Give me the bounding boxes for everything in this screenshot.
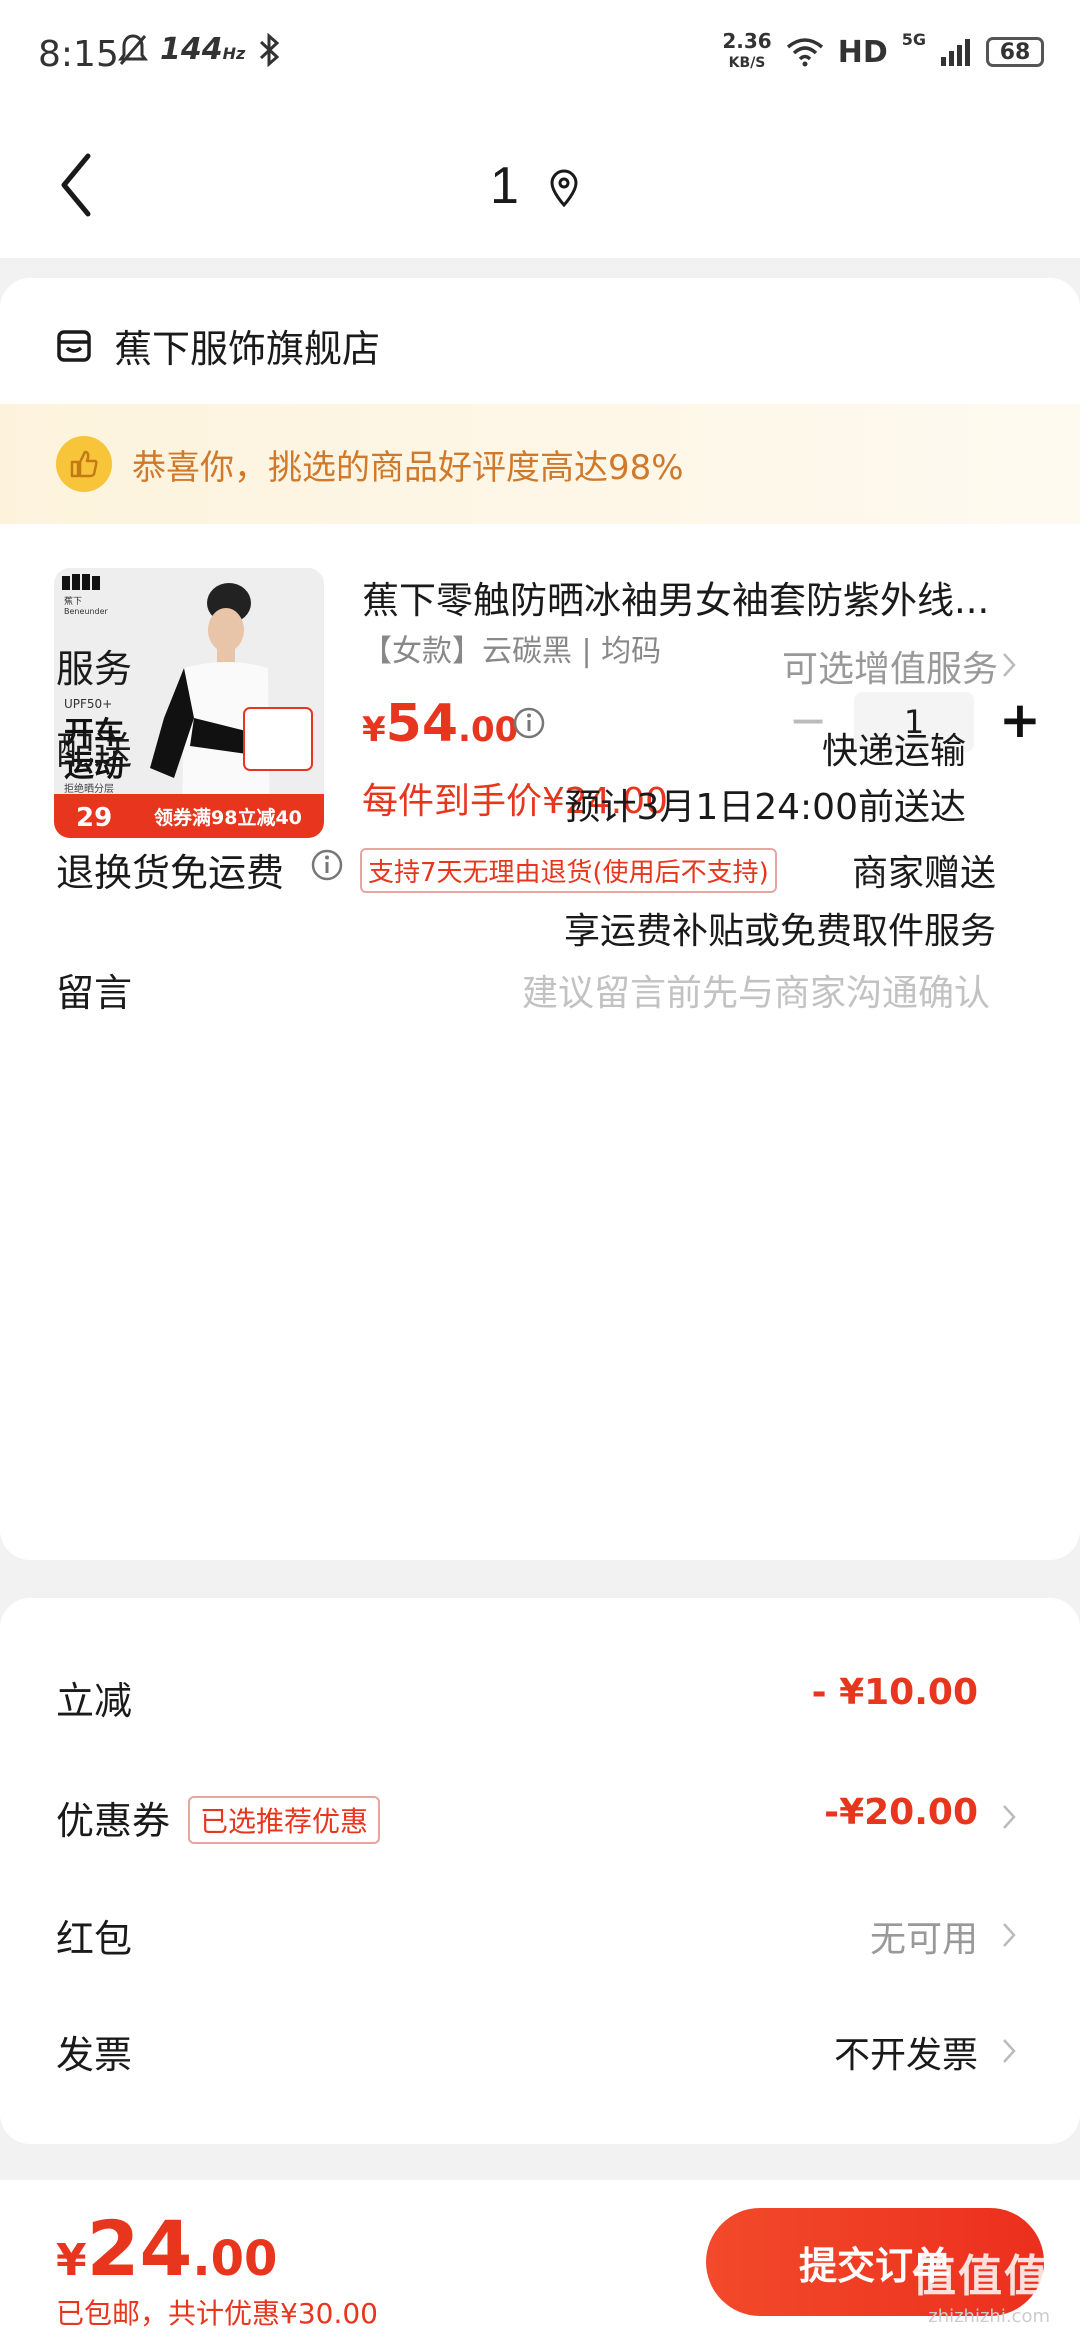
address-title[interactable]: 1 xyxy=(490,156,519,216)
service-value: 可选增值服务 xyxy=(781,649,998,690)
checkout-bar: ¥24.00 已包邮，共计优惠¥30.00 提交订单 值值值 zhizhizhi… xyxy=(0,2180,1080,2340)
service-label: 服务 xyxy=(56,647,133,691)
nav-bar: 1 xyxy=(0,110,1080,258)
return-policy-badge: 支持7天无理由退货(使用后不支持) xyxy=(360,848,777,893)
watermark-url: zhizhizhi.com xyxy=(928,2306,1050,2327)
refresh-rate: 144Hz xyxy=(160,32,246,67)
increase-quantity-button[interactable]: + xyxy=(998,692,1042,752)
message-label: 留言 xyxy=(56,971,133,1015)
price-info-icon[interactable] xyxy=(512,706,546,740)
delivery-method: 快递运输 xyxy=(821,731,966,772)
product-image[interactable]: 蕉下 Beneunder UPF50+ 开车 运动 拒绝晒分层 29 领券满98… xyxy=(54,568,324,838)
location-pin-icon[interactable] xyxy=(548,168,580,208)
product-photo: 蕉下 Beneunder UPF50+ 开车 运动 拒绝晒分层 29 领券满98… xyxy=(54,568,324,838)
total-savings-note: 已包邮，共计优惠¥30.00 xyxy=(56,2297,378,2330)
service-chevron-icon xyxy=(1003,653,1016,677)
red-packet-chevron-icon xyxy=(1003,1923,1016,1947)
watermark-logo: 值值值 xyxy=(912,2251,1050,2302)
return-shipping-sub: 享运费补贴或免费取件服务 xyxy=(563,911,996,952)
shop-header[interactable]: 蕉下服饰旗舰店 xyxy=(56,318,380,373)
return-shipping-label: 退换货免运费 xyxy=(56,851,285,895)
image-sub: 拒绝晒分层 xyxy=(64,782,114,795)
invoice-chevron-icon xyxy=(1003,2039,1016,2063)
instant-discount-value: - ¥10.00 xyxy=(811,1672,978,1713)
delivery-eta: 预计3月1日24:00前送达 xyxy=(564,787,966,828)
return-shipping-info-icon[interactable] xyxy=(310,848,344,882)
product-spec[interactable]: 【女款】云碳黑 | 均码 xyxy=(362,626,661,670)
discount-card: 立减 - ¥10.00 优惠券 已选推荐优惠 -¥20.00 红包 无可用 发票… xyxy=(0,1598,1080,2144)
shop-name: 蕉下服饰旗舰店 xyxy=(114,327,381,371)
status-bar: 8:15 144Hz 2.36 KB/S HD 5G 68 xyxy=(0,0,1080,110)
status-time: 8:15 xyxy=(38,34,119,75)
signal-icon xyxy=(941,39,970,66)
instant-discount-label: 立减 xyxy=(56,1679,133,1723)
image-upf: UPF50+ xyxy=(64,697,112,711)
coupon-applied-badge: 已选推荐优惠 xyxy=(188,1796,381,1844)
order-card: 蕉下服饰旗舰店 恭喜你，挑选的商品好评度高达98% 蕉下 Beneunder U… xyxy=(0,278,1080,1560)
net-speed: 2.36 KB/S xyxy=(722,29,772,71)
status-left-icons: 144Hz xyxy=(118,32,283,67)
invoice-label: 发票 xyxy=(56,2033,133,2077)
message-input[interactable]: 建议留言前先与商家沟通确认 xyxy=(522,964,990,1016)
thumbs-up-icon xyxy=(56,436,112,492)
image-promo-price: 29 xyxy=(76,803,112,833)
return-shipping-value: 商家赠送 xyxy=(851,853,996,894)
mute-bell-icon xyxy=(118,33,148,65)
product-price: ¥54.00 xyxy=(362,694,519,754)
total-price: ¥24.00 xyxy=(56,2204,278,2293)
rating-banner-text: 恭喜你，挑选的商品好评度高达98% xyxy=(132,447,684,488)
coupon-label: 优惠券 xyxy=(56,1799,171,1843)
image-brand-en: Beneunder xyxy=(64,607,109,616)
store-icon xyxy=(57,329,91,362)
coupon-value: -¥20.00 xyxy=(824,1792,978,1833)
red-packet-label: 红包 xyxy=(56,1917,133,1961)
image-brand: 蕉下 xyxy=(64,595,82,607)
bluetooth-icon xyxy=(260,32,280,67)
battery-icon: 68 xyxy=(986,37,1044,67)
delivery-label: 配送 xyxy=(56,729,133,773)
wifi-icon xyxy=(786,38,823,67)
image-promo-coupon: 领券满98立减40 xyxy=(154,806,302,829)
status-right-icons: 2.36 KB/S HD 5G 68 xyxy=(722,30,1044,74)
product-title[interactable]: 蕉下零触防晒冰袖男女袖套防紫外线... xyxy=(362,570,1022,624)
invoice-value: 不开发票 xyxy=(833,2035,978,2076)
coupon-chevron-icon xyxy=(1003,1805,1016,1829)
red-packet-value: 无可用 xyxy=(869,1919,978,1960)
network-type: 5G xyxy=(901,30,926,49)
rating-banner: 恭喜你，挑选的商品好评度高达98% xyxy=(0,404,1080,524)
back-arrow-icon[interactable] xyxy=(56,150,96,220)
hd-indicator: HD xyxy=(837,34,888,70)
